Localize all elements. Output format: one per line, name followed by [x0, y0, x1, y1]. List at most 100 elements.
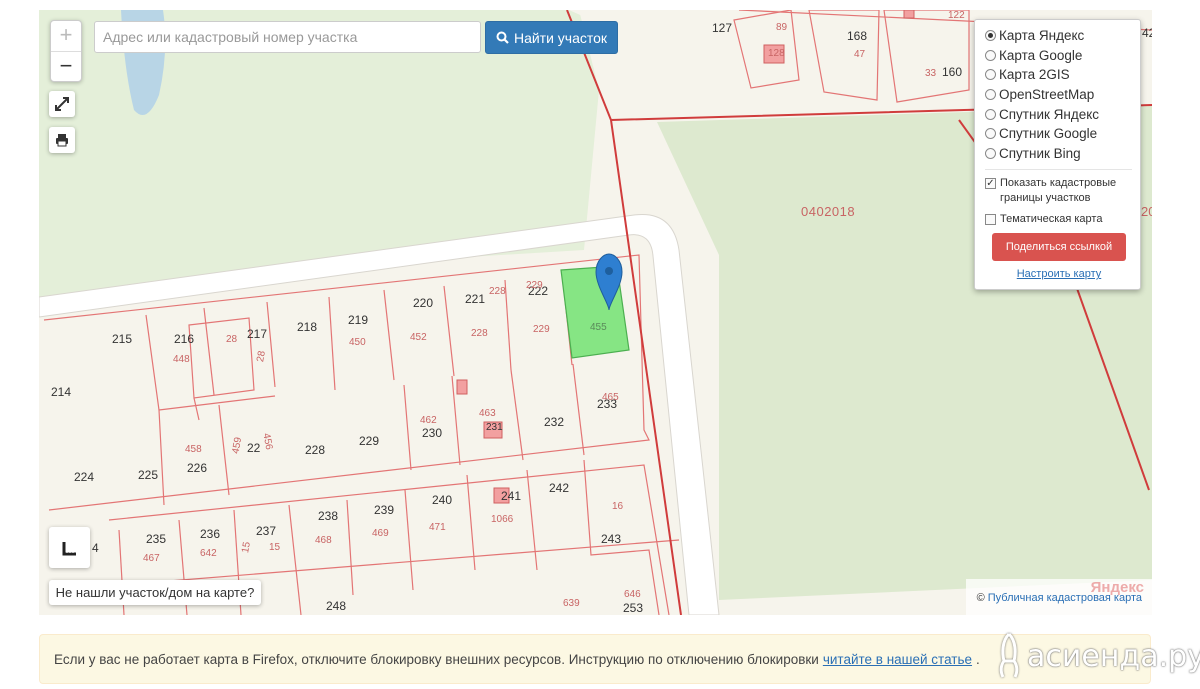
parcel-number: 471 — [429, 522, 446, 533]
parcel-number: 15 — [240, 541, 253, 554]
parcel-number: 16 — [612, 501, 624, 512]
house-number: 224 — [74, 470, 95, 484]
house-number: 225 — [138, 468, 159, 482]
parcel-number: 28 — [226, 334, 238, 345]
house-number: 230 — [422, 426, 443, 440]
configure-map-link[interactable]: Настроить карту — [985, 268, 1133, 280]
site-watermark: асиенда.ру — [995, 626, 1200, 686]
parcel-number: 467 — [143, 553, 160, 564]
parcel-number: 459 — [230, 436, 245, 455]
attribution-text: © Публичная кадастровая карта — [977, 592, 1142, 604]
parcel-number: 452 — [410, 332, 427, 343]
layer-option-2gis-map[interactable]: Карта 2GIS — [985, 65, 1140, 85]
parcel-number: 456 — [260, 432, 275, 451]
expand-icon — [55, 97, 69, 111]
find-parcel-label: Найти участок — [513, 29, 608, 46]
parcel-number: 448 — [173, 354, 190, 365]
house-number: 220 — [413, 296, 434, 310]
layer-option-google-map[interactable]: Карта Google — [985, 46, 1140, 66]
house-number: 127 — [712, 21, 733, 35]
parcel-number: 450 — [349, 337, 366, 348]
house-number: 160 — [942, 65, 963, 79]
search-input[interactable] — [94, 21, 481, 53]
parcel-number: 122 — [948, 10, 965, 21]
layer-option-google-satellite[interactable]: Спутник Google — [985, 124, 1140, 144]
firefox-notice: Если у вас не работает карта в Firefox, … — [39, 634, 1151, 684]
layer-option-yandex-map[interactable]: Карта Яндекс — [985, 26, 1140, 46]
public-cadastral-map-link[interactable]: Публичная кадастровая карта — [988, 592, 1142, 604]
quarter-label-right: 20 — [1141, 204, 1152, 219]
parcel-number: 468 — [315, 535, 332, 546]
house-number: 22 — [247, 441, 261, 455]
quarter-label: 0402018 — [801, 204, 856, 219]
house-number: 217 — [247, 327, 268, 341]
parcel-number: 229 — [533, 324, 550, 335]
parcel-number: 15 — [269, 542, 281, 553]
radio-button[interactable] — [985, 128, 996, 140]
house-number: 240 — [432, 493, 453, 507]
not-found-button[interactable]: Не нашли участок/дом на карте? — [49, 580, 261, 605]
house-number: 226 — [187, 461, 208, 475]
ruler-icon — [62, 541, 76, 555]
parcel-number: 639 — [563, 598, 580, 609]
house-number: 235 — [146, 532, 167, 546]
house-number: 4 — [92, 541, 99, 555]
zoom-control: + − — [50, 20, 82, 82]
printer-icon — [56, 134, 68, 147]
house-number: 248 — [326, 599, 347, 613]
house-number: 237 — [256, 524, 277, 538]
radio-button[interactable] — [985, 30, 996, 42]
checkbox[interactable] — [985, 214, 996, 226]
print-button[interactable] — [49, 127, 75, 153]
share-link-button[interactable]: Поделиться ссылкой — [992, 233, 1126, 262]
layer-option-bing-satellite[interactable]: Спутник Bing — [985, 144, 1140, 164]
house-number: 236 — [200, 527, 221, 541]
house-number: 242 — [549, 481, 570, 495]
article-link[interactable]: читайте в нашей статье — [823, 652, 972, 667]
layer-option-openstreetmap[interactable]: OpenStreetMap — [985, 85, 1140, 105]
layer-option-yandex-satellite[interactable]: Спутник Яндекс — [985, 104, 1140, 124]
map-viewport[interactable]: 0402018 20 127 168 160 215 216 217 218 2… — [39, 10, 1152, 615]
search-icon — [496, 31, 509, 44]
find-parcel-button[interactable]: Найти участок — [485, 21, 618, 54]
radio-button[interactable] — [985, 89, 996, 101]
house-number: 243 — [601, 532, 622, 546]
parcel-number: 28 — [255, 350, 268, 363]
fullscreen-button[interactable] — [49, 91, 75, 117]
parcel-number: 458 — [185, 444, 202, 455]
house-number: 215 — [112, 332, 133, 346]
parcel-number: 228 — [489, 286, 506, 297]
parcel-number: 228 — [471, 328, 488, 339]
zoom-in-button[interactable]: + — [51, 21, 81, 51]
house-number: 168 — [847, 29, 868, 43]
radio-button[interactable] — [985, 69, 996, 81]
house-number: 238 — [318, 509, 339, 523]
checkbox-checked-icon[interactable]: ✓ — [985, 178, 996, 190]
parcel-number: 33 — [925, 68, 937, 79]
ruler-button[interactable] — [49, 527, 90, 568]
parcel-number: 646 — [624, 589, 641, 600]
house-number: 232 — [544, 415, 565, 429]
notice-suffix: . — [976, 651, 980, 667]
parcel-number: 128 — [768, 48, 785, 59]
house-number: 221 — [465, 292, 486, 306]
thematic-map-option[interactable]: Тематическая карта — [985, 212, 1140, 227]
divider — [985, 169, 1132, 171]
zoom-out-button[interactable]: − — [51, 51, 81, 82]
layer-switcher-panel: Карта Яндекс Карта Google Карта 2GIS Ope… — [974, 19, 1141, 290]
show-boundaries-option[interactable]: ✓ Показать кадастровые границы участков — [985, 176, 1140, 206]
parcel-number: 642 — [200, 548, 217, 559]
watermark-text: асиенда.ру — [1027, 638, 1200, 674]
house-number: 229 — [359, 434, 380, 448]
radio-button[interactable] — [985, 49, 996, 61]
radio-button[interactable] — [985, 147, 996, 159]
parcel-number: 1066 — [491, 514, 514, 525]
parcel-number: 229 — [526, 280, 543, 291]
parcel-number: 231 — [486, 422, 503, 433]
house-number: 214 — [51, 385, 72, 399]
house-number: 218 — [297, 320, 318, 334]
radio-button[interactable] — [985, 108, 996, 120]
map-attribution: Яндекс © Публичная кадастровая карта — [966, 579, 1152, 615]
parcel-number: 455 — [590, 322, 607, 333]
house-number: 239 — [374, 503, 395, 517]
